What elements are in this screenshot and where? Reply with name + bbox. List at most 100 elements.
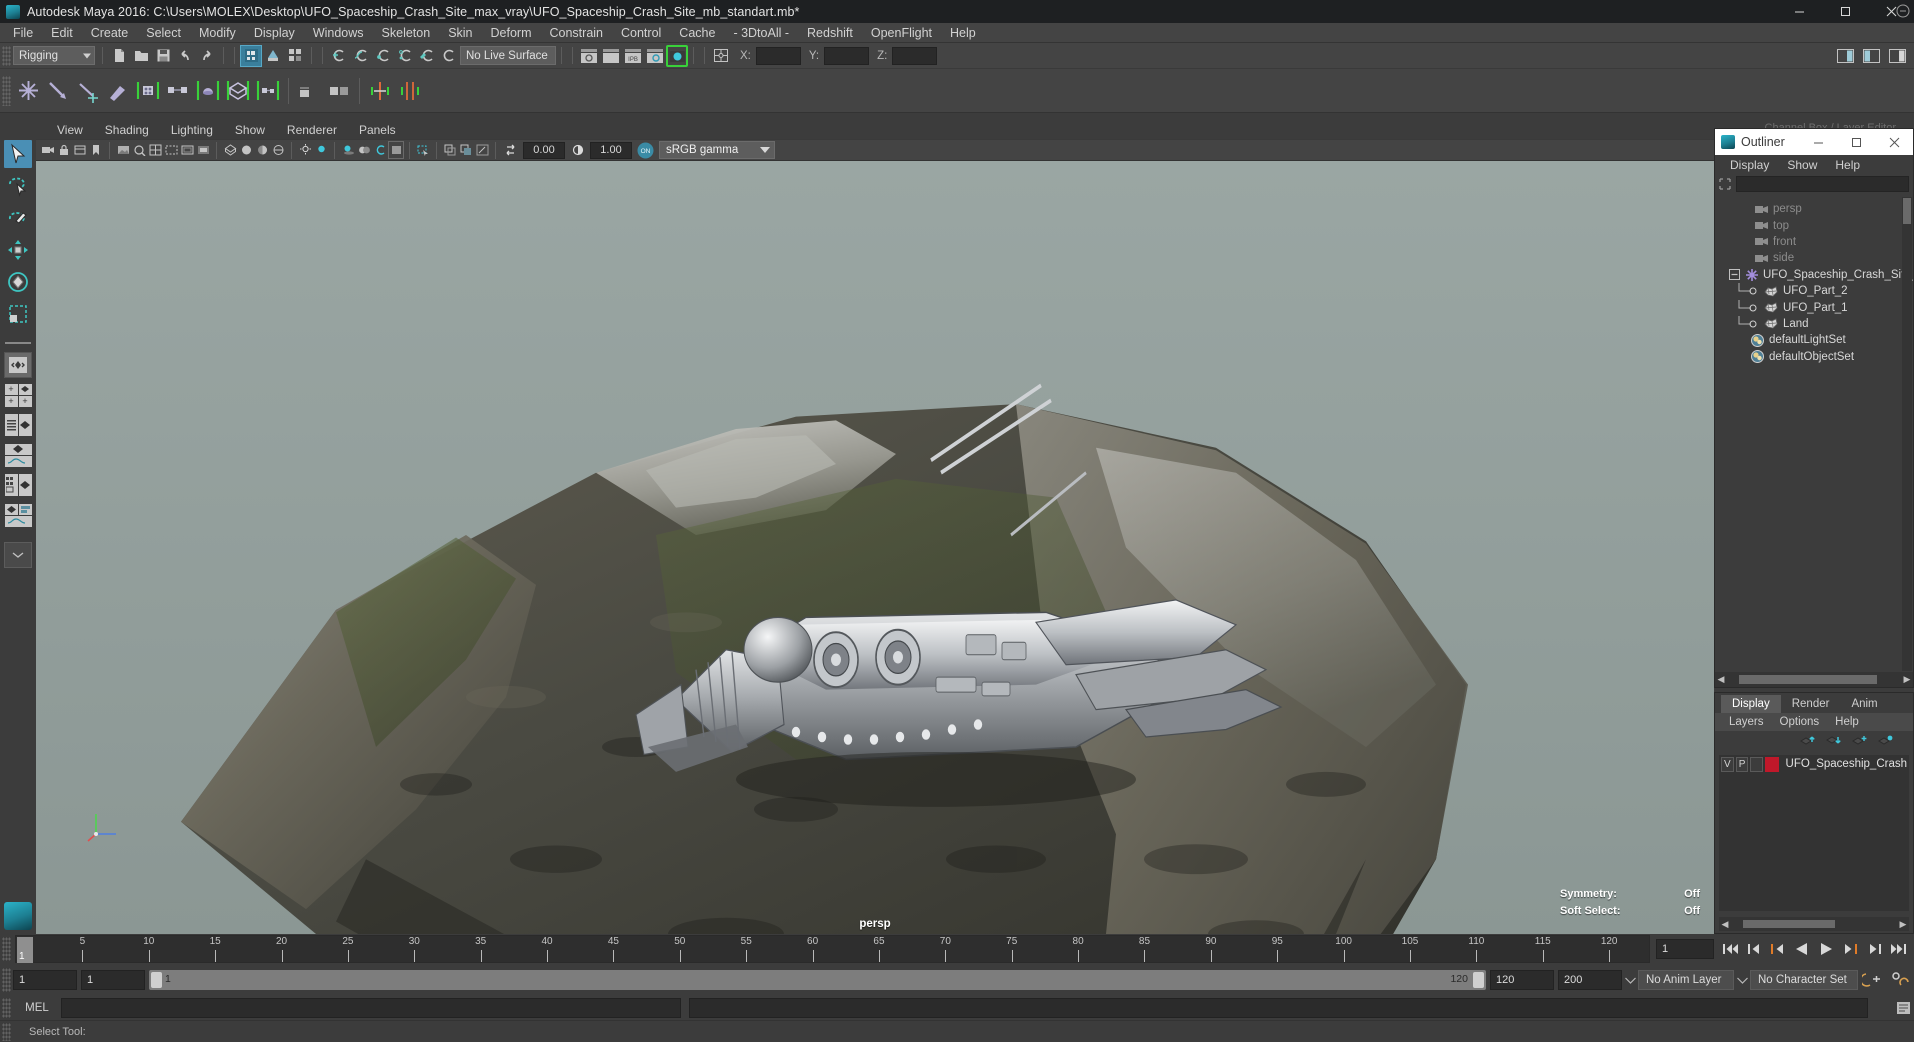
- layout-outliner-persp-button[interactable]: [4, 412, 32, 438]
- anim-layer-chevron-icon[interactable]: [1734, 977, 1750, 984]
- redo-previous-render-icon[interactable]: [600, 45, 622, 67]
- paint-select-tool-button[interactable]: [4, 204, 32, 232]
- show-attribute-editor-icon[interactable]: [1834, 45, 1856, 67]
- step-forward-keyframe-icon[interactable]: [1864, 939, 1884, 959]
- minimize-icon[interactable]: [1776, 0, 1822, 23]
- shelf-grip[interactable]: [2, 75, 11, 106]
- bookmarks-icon[interactable]: [88, 141, 104, 159]
- toggle-editors-icon[interactable]: [710, 45, 732, 67]
- menu-help[interactable]: Help: [941, 23, 985, 43]
- step-back-frame-icon[interactable]: [1768, 939, 1788, 959]
- grid-toggle-icon[interactable]: [147, 141, 163, 159]
- redo-icon[interactable]: [196, 45, 218, 67]
- scale-constraint-icon[interactable]: [253, 75, 283, 107]
- isolate-select-icon[interactable]: [415, 141, 431, 159]
- viewport-menu-renderer[interactable]: Renderer: [276, 123, 348, 137]
- auto-keyframe-icon[interactable]: [1858, 971, 1886, 989]
- tab-display[interactable]: Display: [1721, 695, 1781, 713]
- select-by-component-type-icon[interactable]: [284, 45, 306, 67]
- play-forward-icon[interactable]: [1816, 939, 1836, 959]
- live-surface-field[interactable]: No Live Surface: [460, 46, 556, 65]
- menu-set-selector[interactable]: Rigging: [13, 46, 95, 65]
- animation-preferences-icon[interactable]: [1886, 971, 1914, 989]
- open-scene-icon[interactable]: [130, 45, 152, 67]
- layer-color-swatch[interactable]: [1765, 756, 1779, 772]
- new-layer-icon[interactable]: [1852, 734, 1867, 749]
- blend-shape-icon[interactable]: [324, 75, 354, 107]
- select-by-object-type-icon[interactable]: [262, 45, 284, 67]
- viewport-menu-show[interactable]: Show: [224, 123, 276, 137]
- outliner-item-ufo-part-2[interactable]: UFO_Part_2: [1715, 283, 1913, 299]
- outliner-item-persp[interactable]: persp: [1715, 201, 1913, 217]
- make-live-icon[interactable]: [438, 45, 460, 67]
- layer-list[interactable]: V P UFO_Spaceship_Crash: [1719, 755, 1909, 911]
- command-input[interactable]: [61, 998, 681, 1018]
- layer-list-horizontal-scrollbar[interactable]: ◀ ▶: [1719, 917, 1909, 931]
- anti-alias-icon[interactable]: [372, 141, 388, 159]
- range-start-handle[interactable]: [151, 972, 162, 988]
- command-line-grip[interactable]: [2, 998, 11, 1018]
- shadows-icon[interactable]: [340, 141, 356, 159]
- viewport-menu-lighting[interactable]: Lighting: [160, 123, 224, 137]
- command-result-field[interactable]: [689, 998, 1868, 1018]
- coord-z-input[interactable]: [892, 46, 938, 65]
- select-by-hierarchy-icon[interactable]: [240, 44, 262, 67]
- create-ik-handle-icon[interactable]: [43, 75, 73, 107]
- gate-mask-icon[interactable]: [195, 141, 211, 159]
- mirror-skin-weights-icon[interactable]: [395, 75, 425, 107]
- outliner-item-top[interactable]: top: [1715, 217, 1913, 233]
- tab-anim[interactable]: Anim: [1840, 695, 1889, 713]
- scale-tool-button[interactable]: [4, 300, 32, 328]
- toolbar-grip[interactable]: [2, 45, 11, 66]
- smooth-bind-icon[interactable]: [133, 75, 163, 107]
- two-d-pan-zoom-icon[interactable]: [131, 141, 147, 159]
- snap-to-curve-icon[interactable]: [350, 45, 372, 67]
- menu-constrain[interactable]: Constrain: [541, 23, 613, 43]
- range-options-chevron-icon[interactable]: [1622, 977, 1638, 984]
- animation-end-time-field[interactable]: 200: [1558, 970, 1622, 990]
- status-bar-grip[interactable]: [2, 1022, 11, 1041]
- menu-openflight[interactable]: OpenFlight: [862, 23, 941, 43]
- scrollbar-thumb[interactable]: [1743, 920, 1835, 928]
- outliner-item-side[interactable]: side: [1715, 250, 1913, 266]
- coord-x-input[interactable]: [755, 46, 801, 65]
- menu-cache[interactable]: Cache: [670, 23, 724, 43]
- outliner-item-nucleus[interactable]: UFO_Spaceship_Crash_Site_ncl1_: [1715, 267, 1913, 283]
- step-back-keyframe-icon[interactable]: [1744, 939, 1764, 959]
- layout-persp-graph-outliner-button[interactable]: [4, 502, 32, 528]
- menu-display[interactable]: Display: [245, 23, 304, 43]
- point-constraint-icon[interactable]: [193, 75, 223, 107]
- layout-persp-graph-button[interactable]: [4, 442, 32, 468]
- layer-playback-toggle[interactable]: P: [1735, 756, 1749, 772]
- menu-skin[interactable]: Skin: [439, 23, 481, 43]
- outliner-tree[interactable]: persp top front side UFO_Spaceship_Crash…: [1715, 197, 1913, 671]
- lighting-default-icon[interactable]: [297, 141, 313, 159]
- layer-name-label[interactable]: UFO_Spaceship_Crash: [1786, 758, 1907, 770]
- script-editor-icon[interactable]: [1892, 1001, 1914, 1015]
- scroll-left-arrow-icon[interactable]: ◀: [1719, 919, 1731, 930]
- close-icon[interactable]: [1875, 129, 1913, 155]
- step-forward-frame-icon[interactable]: [1840, 939, 1860, 959]
- layout-four-view-button[interactable]: + + +: [4, 382, 32, 408]
- color-profile-dropdown[interactable]: sRGB gamma: [659, 141, 775, 159]
- outliner-item-default-light-set[interactable]: defaultLightSet: [1715, 332, 1913, 348]
- camera-attributes-icon[interactable]: [72, 141, 88, 159]
- scrollbar-thumb[interactable]: [1739, 675, 1877, 684]
- menu-file[interactable]: File: [4, 23, 42, 43]
- layer-menu-help[interactable]: Help: [1827, 716, 1867, 728]
- move-layer-down-icon[interactable]: [1826, 734, 1841, 749]
- film-gate-icon[interactable]: [163, 141, 179, 159]
- layer-menu-layers[interactable]: Layers: [1721, 716, 1772, 728]
- image-plane-icon[interactable]: [115, 141, 131, 159]
- current-frame-field[interactable]: 1: [1656, 939, 1714, 959]
- outliner-menu-display[interactable]: Display: [1721, 158, 1778, 172]
- parent-constraint-icon[interactable]: [163, 75, 193, 107]
- orient-constraint-icon[interactable]: [223, 75, 253, 107]
- maximize-icon[interactable]: [1837, 129, 1875, 155]
- show-tool-settings-icon[interactable]: [1860, 45, 1882, 67]
- go-to-start-icon[interactable]: [1720, 939, 1740, 959]
- resolution-gate-icon[interactable]: [179, 141, 195, 159]
- move-tool-button[interactable]: [4, 236, 32, 264]
- outliner-vertical-scrollbar[interactable]: [1902, 197, 1912, 671]
- layout-more-button[interactable]: [4, 542, 32, 568]
